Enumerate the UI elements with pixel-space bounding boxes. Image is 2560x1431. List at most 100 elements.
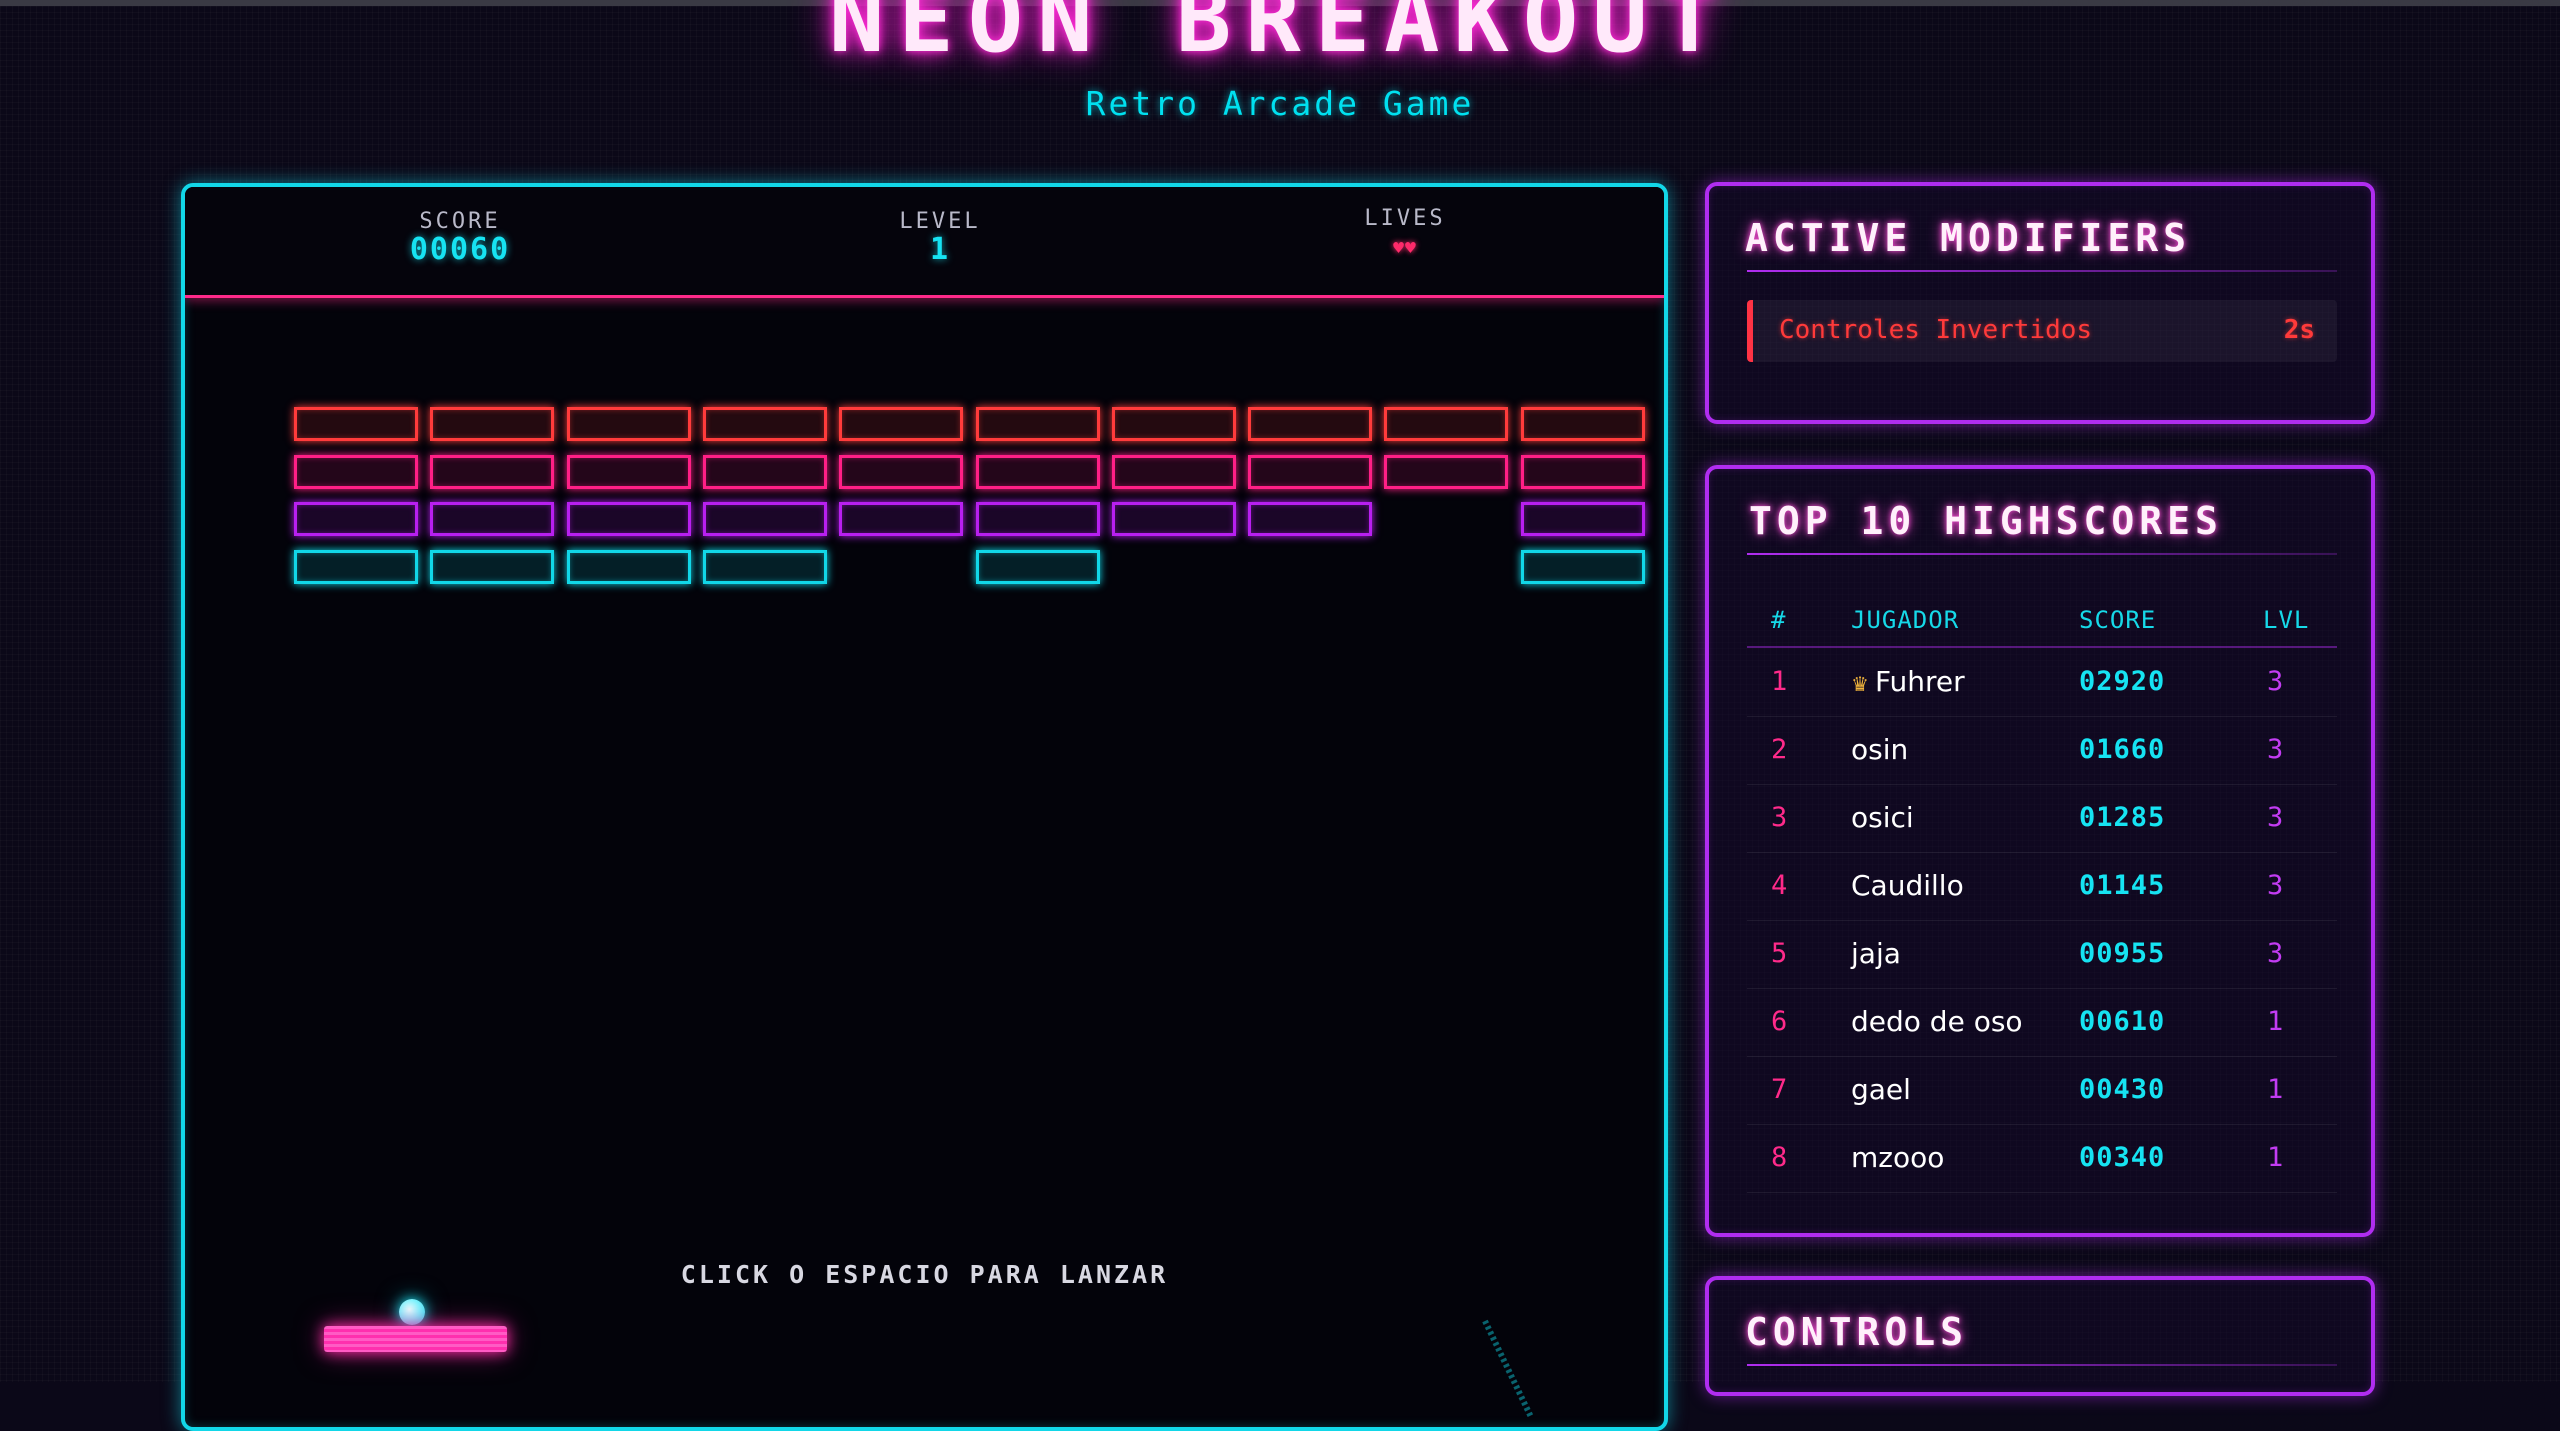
brick <box>430 502 555 536</box>
row-player: jaja <box>1851 937 1901 970</box>
row-level: 1 <box>2267 1142 2284 1173</box>
modifiers-title: ACTIVE MODIFIERS <box>1745 216 2192 260</box>
highscores-panel: TOP 10 HIGHSCORES # JUGADOR SCORE LVL 1 … <box>1705 465 2375 1237</box>
row-level: 3 <box>2267 870 2284 901</box>
brick <box>566 454 691 489</box>
brick <box>294 502 418 536</box>
ball-trail-icon <box>1482 1319 1534 1419</box>
row-player: dedo de oso <box>1851 1005 2023 1038</box>
row-level: 1 <box>2267 1006 2284 1037</box>
brick <box>839 407 964 441</box>
brick <box>1520 454 1645 489</box>
row-level: 3 <box>2267 666 2284 697</box>
brick <box>1384 407 1509 441</box>
hud-lives-hearts-icon: ♥♥ <box>1393 238 1417 259</box>
brick <box>1248 407 1373 441</box>
brick <box>702 549 827 584</box>
row-rank: 7 <box>1771 1074 1788 1105</box>
game-subtitle: Retro Arcade Game <box>1085 84 1475 123</box>
hud-level-value: 1 <box>929 232 951 267</box>
highscores-title: TOP 10 HIGHSCORES <box>1749 499 2223 543</box>
row-player: Caudillo <box>1851 869 1964 902</box>
row-score: 00430 <box>2079 1074 2166 1105</box>
row-player: gael <box>1851 1073 1911 1106</box>
brick <box>294 549 418 584</box>
brick <box>1384 454 1509 489</box>
row-player: ♛ Fuhrer <box>1851 666 1965 700</box>
hud: SCORE 00060 LEVEL 1 LIVES ♥♥ <box>185 187 1664 298</box>
row-score: 01145 <box>2079 870 2166 901</box>
game-title: NEON BREAKOUT <box>828 0 1732 73</box>
row-score: 02920 <box>2079 666 2166 697</box>
row-rank: 5 <box>1771 938 1788 969</box>
brick <box>294 454 418 489</box>
row-player: mzooo <box>1851 1141 1945 1174</box>
paddle[interactable] <box>324 1326 507 1352</box>
table-row: 6 dedo de oso 00610 1 <box>1747 988 2337 1057</box>
row-rank: 4 <box>1771 870 1788 901</box>
row-rank: 8 <box>1771 1142 1788 1173</box>
table-row: 1 ♛ Fuhrer 02920 3 <box>1747 648 2337 717</box>
brick <box>839 502 964 536</box>
launch-hint: CLICK O ESPACIO PARA LANZAR <box>680 1260 1169 1289</box>
row-rank: 1 <box>1771 666 1788 697</box>
table-row: 8 mzooo 00340 1 <box>1747 1124 2337 1193</box>
brick <box>975 549 1100 584</box>
brick <box>702 407 827 441</box>
brick <box>430 549 555 584</box>
hud-lives-label: LIVES <box>1364 206 1446 231</box>
brick <box>566 502 691 536</box>
brick <box>1520 502 1645 536</box>
brick <box>1520 407 1645 441</box>
hud-level: LEVEL 1 <box>820 209 1060 265</box>
game-panel[interactable]: SCORE 00060 LEVEL 1 LIVES ♥♥ CLICK O ESP… <box>181 183 1668 1431</box>
brick <box>702 502 827 536</box>
brick-field <box>185 187 1664 1427</box>
row-score: 01285 <box>2079 802 2166 833</box>
controls-title: CONTROLS <box>1745 1310 1969 1354</box>
row-player-name: Fuhrer <box>1874 665 1965 698</box>
column-header-rank: # <box>1771 606 1787 634</box>
modifiers-panel: ACTIVE MODIFIERS Controles Invertidos 2s <box>1705 182 2375 424</box>
ball <box>399 1299 425 1325</box>
row-level: 3 <box>2267 938 2284 969</box>
row-score: 01660 <box>2079 734 2166 765</box>
row-score: 00340 <box>2079 1142 2166 1173</box>
row-rank: 3 <box>1771 802 1788 833</box>
brick <box>1520 549 1645 584</box>
row-level: 3 <box>2267 802 2284 833</box>
brick <box>566 549 691 584</box>
brick <box>1111 502 1236 536</box>
brick <box>430 407 555 441</box>
table-row: 2 osin 01660 3 <box>1747 716 2337 785</box>
brick <box>430 454 555 489</box>
hud-score-value: 00060 <box>409 232 511 267</box>
hud-lives: LIVES ♥♥ <box>1285 206 1525 266</box>
table-row: 7 gael 00430 1 <box>1747 1056 2337 1125</box>
brick <box>702 454 827 489</box>
column-header-level: LVL <box>2263 606 2310 634</box>
modifier-timer: 2s <box>2283 315 2315 345</box>
hud-score: SCORE 00060 <box>340 209 580 265</box>
brick <box>975 454 1100 489</box>
column-header-score: SCORE <box>2079 606 2157 634</box>
brick <box>1248 502 1373 536</box>
brick <box>975 407 1100 441</box>
row-rank: 6 <box>1771 1006 1788 1037</box>
brick <box>1111 407 1236 441</box>
controls-panel: CONTROLS <box>1705 1276 2375 1396</box>
row-rank: 2 <box>1771 734 1788 765</box>
brick <box>1111 454 1236 489</box>
row-player: osin <box>1851 733 1909 766</box>
row-player: osici <box>1851 801 1914 834</box>
controls-divider <box>1747 1364 2337 1366</box>
modifier-item: Controles Invertidos 2s <box>1747 300 2337 362</box>
column-header-player: JUGADOR <box>1851 606 1960 634</box>
brick <box>839 454 964 489</box>
modifier-name: Controles Invertidos <box>1779 315 2093 345</box>
table-row: 5 jaja 00955 3 <box>1747 920 2337 989</box>
brick <box>975 502 1100 536</box>
row-score: 00955 <box>2079 938 2166 969</box>
row-score: 00610 <box>2079 1006 2166 1037</box>
crown-icon: ♛ <box>1851 672 1869 696</box>
